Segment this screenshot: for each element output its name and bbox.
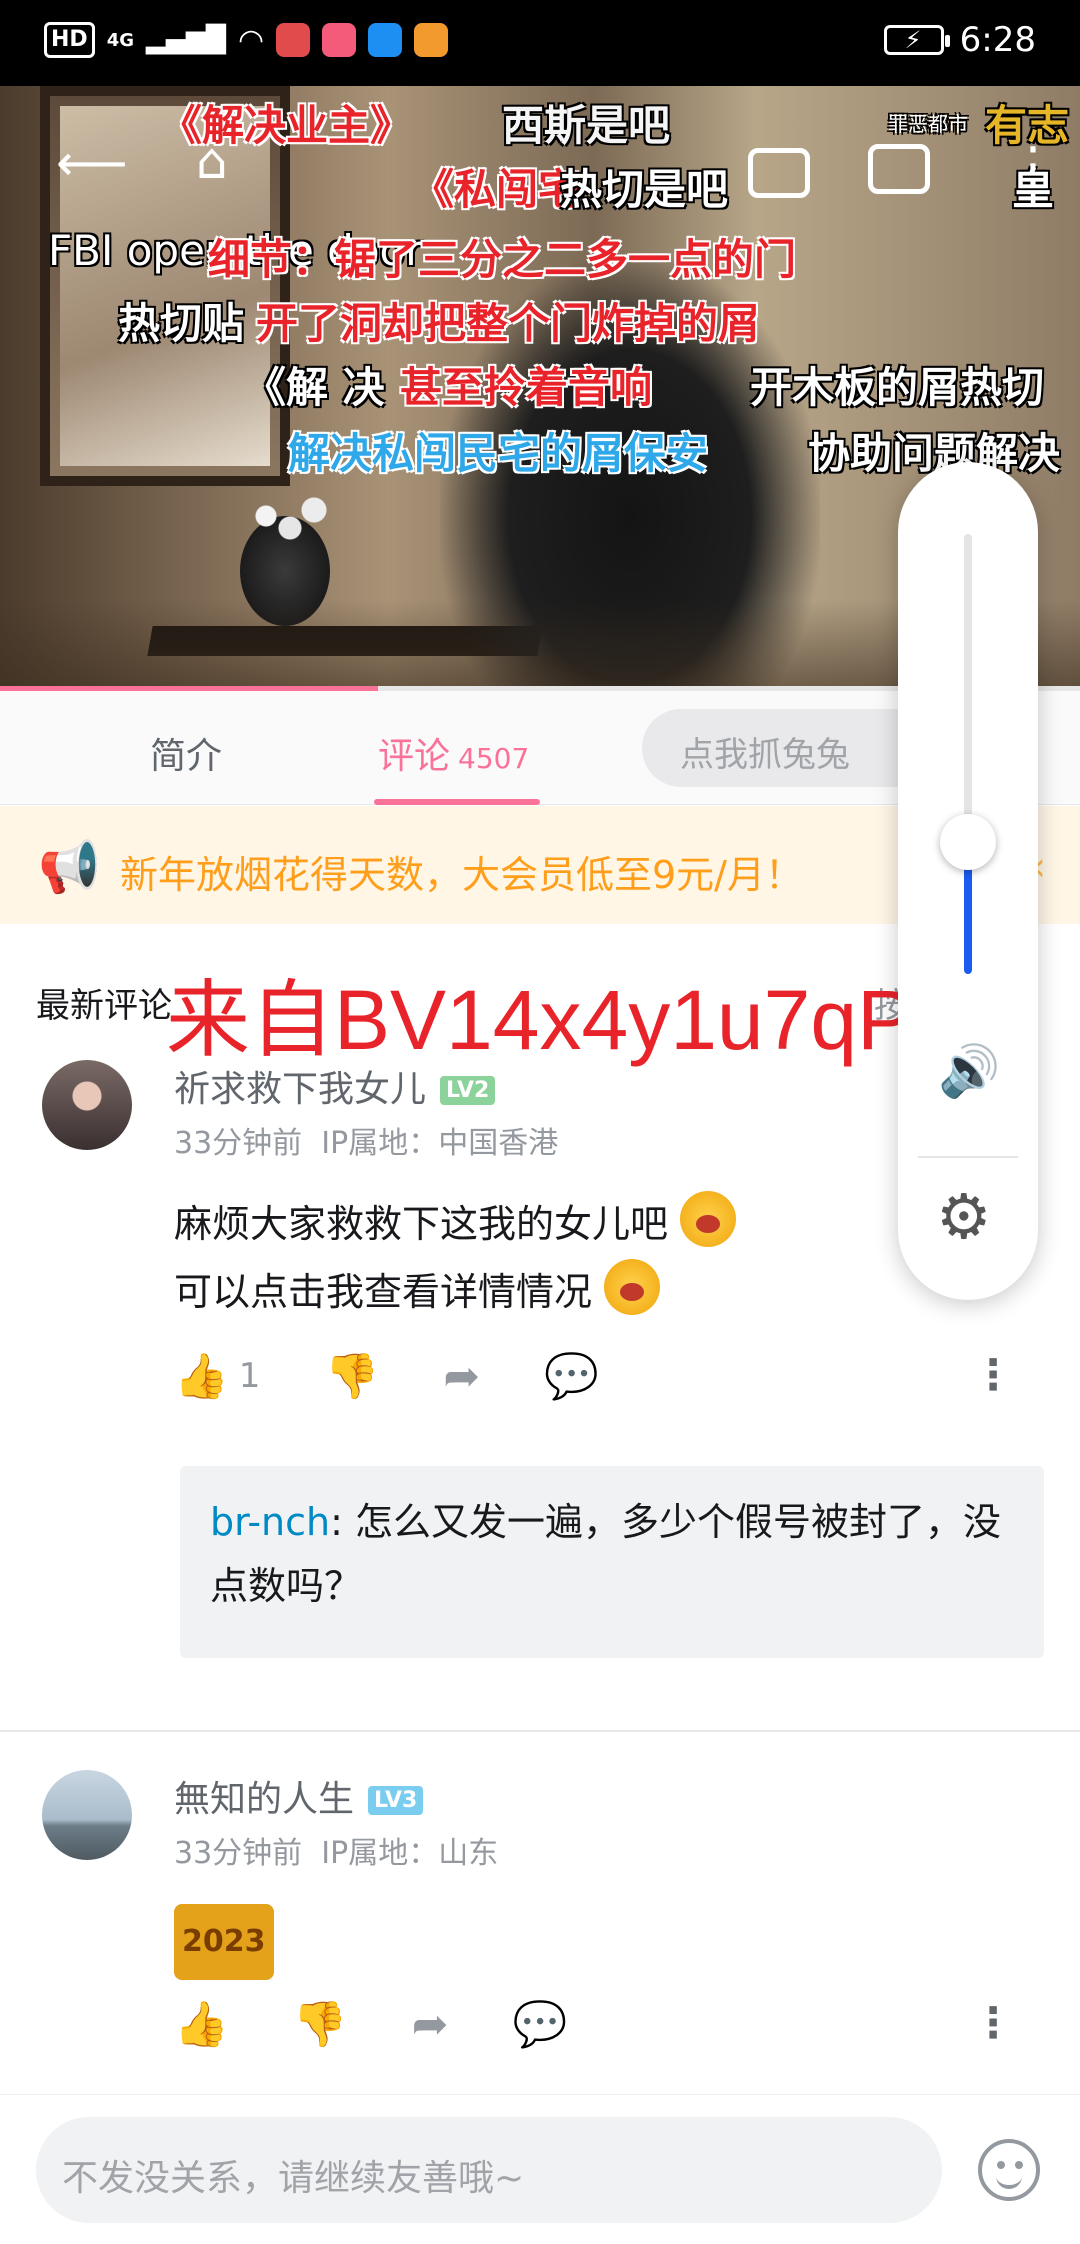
hd-indicator: HD xyxy=(44,22,95,58)
speaker-volume-icon[interactable]: 🔊 xyxy=(938,1042,1000,1101)
signal-icon: ▂▄▆█ xyxy=(146,25,226,55)
comment-input[interactable]: 不发没关系，请继续友善哦~ xyxy=(36,2117,942,2223)
comment-username[interactable]: 無知的人生 LV3 xyxy=(174,1770,424,1822)
dislike-button[interactable]: 👎 xyxy=(324,1350,379,1402)
avatar[interactable] xyxy=(42,1060,132,1150)
comment-line: 麻烦大家救救下这我的女儿吧 xyxy=(174,1202,669,1246)
comment-ip: IP属地：中国香港 xyxy=(321,1126,559,1161)
comment-username[interactable]: 祈求救下我女儿 LV2 xyxy=(174,1060,496,1112)
sticker-2023: 2023 xyxy=(174,1904,274,1980)
network-indicator: 4G xyxy=(106,29,134,51)
like-count: 1 xyxy=(238,1356,261,1396)
app-notification-icon xyxy=(368,23,403,57)
reply-button[interactable]: 💬 xyxy=(512,1998,567,2050)
pip-icon[interactable] xyxy=(748,148,810,198)
danmaku-comment: 《私闯宅 xyxy=(412,165,581,214)
reply-button[interactable]: 💬 xyxy=(544,1350,599,1402)
danmaku-comment: 甚至拎着音响 xyxy=(400,363,653,412)
tv-cast-icon[interactable] xyxy=(868,144,930,194)
gear-icon[interactable]: ⚙ xyxy=(936,1186,992,1248)
comment-line: 可以点击我查看详情情况 xyxy=(174,1270,593,1314)
comment-bubble-icon: 💬 xyxy=(512,1999,568,2050)
reply-preview[interactable]: br-nch: 怎么又发一遍，多少个假号被封了，没点数吗？ xyxy=(180,1466,1044,1658)
comment-meta: 33分钟前 IP属地：中国香港 xyxy=(174,1118,558,1162)
thumbs-down-icon: 👎 xyxy=(324,1351,380,1402)
app-notification-icon xyxy=(414,23,449,57)
level-badge: LV3 xyxy=(368,1786,424,1815)
tab-comments[interactable]: 评论 4507 xyxy=(378,727,529,779)
speaker-icon: 📢 xyxy=(38,838,101,896)
thumbs-down-icon: 👎 xyxy=(292,1999,348,2050)
danmaku-comment: 《解 决 xyxy=(244,363,385,412)
like-button[interactable]: 👍 1 xyxy=(174,1350,260,1402)
avatar[interactable] xyxy=(42,1770,132,1860)
thumbs-up-icon: 👍 xyxy=(174,1351,229,1402)
emoji-icon[interactable] xyxy=(978,2139,1040,2201)
level-badge: LV2 xyxy=(440,1076,496,1105)
like-button[interactable]: 👍 xyxy=(174,1998,229,2050)
reply-username[interactable]: br-nch xyxy=(210,1500,330,1544)
source-watermark: 来自BV14x4y1u7qP xyxy=(166,973,914,1067)
status-bar: HD 4G ▂▄▆█ ◠ ⚡ 6:28 xyxy=(0,0,1080,86)
danmaku-comment: 热切是吧 xyxy=(560,165,729,214)
comment-time: 33分钟前 xyxy=(174,1126,303,1161)
status-icons-left: HD 4G ▂▄▆█ ◠ xyxy=(44,22,449,58)
username-text: 無知的人生 xyxy=(174,1779,355,1820)
crying-emoji-icon xyxy=(604,1259,661,1315)
home-icon[interactable]: ⌂ xyxy=(196,136,228,186)
back-arrow-icon[interactable]: ⟵ xyxy=(56,138,128,188)
divider xyxy=(918,1156,1018,1158)
danmaku-comment: 细节：锯了三分之二多一点的门 xyxy=(208,235,797,284)
notice-text: 新年放烟花得天数，大会员低至9元/月！ xyxy=(120,853,803,897)
video-scene-flowers xyxy=(230,486,350,546)
comment-ip: IP属地：山东 xyxy=(321,1836,499,1871)
comment-content: 2023 xyxy=(174,1904,274,1980)
share-button[interactable]: ➦ xyxy=(412,1999,449,2050)
divider xyxy=(0,1730,1080,1732)
comment-meta: 33分钟前 IP属地：山东 xyxy=(174,1828,498,1872)
wifi-icon: ◠ xyxy=(237,22,265,58)
volume-panel: 🔊 ⚙ xyxy=(898,462,1038,1300)
tab-comments-label: 评论 xyxy=(378,736,451,777)
comment-actions: 👍 1 👎 ➦ 💬 xyxy=(174,1350,663,1403)
app-notification-icon xyxy=(322,23,357,57)
volume-slider-knob[interactable] xyxy=(940,814,996,870)
dislike-button[interactable]: 👎 xyxy=(293,1998,348,2050)
battery-icon: ⚡ xyxy=(883,25,950,55)
danmaku-comment: 罪恶都市 xyxy=(888,112,968,136)
comment-actions: 👍 👎 ➦ 💬 xyxy=(174,1998,631,2051)
danmaku-comment: 开了洞却把整个门炸掉的屑 xyxy=(256,299,761,348)
more-vertical-icon[interactable]: ⋮ xyxy=(972,1998,1014,2047)
share-icon: ➦ xyxy=(443,1350,481,1402)
clock: 6:28 xyxy=(959,20,1036,60)
comment-compose-bar: 不发没关系，请继续友善哦~ xyxy=(0,2094,1080,2244)
share-icon: ➦ xyxy=(411,1998,449,2050)
more-vertical-icon[interactable]: ⋮ xyxy=(972,1350,1014,1399)
danmaku-comment: 西斯是吧 xyxy=(502,101,671,150)
tab-comments-count: 4507 xyxy=(458,742,530,775)
danmaku-comment: 热切贴 xyxy=(118,299,245,348)
danmaku-comment: 开木板的屑热切 xyxy=(750,363,1045,412)
share-button[interactable]: ➦ xyxy=(443,1351,480,1402)
danmaku-comment: 解决私闯民宅的屑保安 xyxy=(288,429,709,478)
section-title: 最新评论 xyxy=(36,986,172,1026)
comment-time: 33分钟前 xyxy=(174,1836,303,1871)
status-icons-right: ⚡ 6:28 xyxy=(883,20,1036,60)
crying-emoji-icon xyxy=(680,1191,737,1247)
comment-content: 麻烦大家救救下这我的女儿吧 可以点击我查看详情情况 xyxy=(174,1190,737,1326)
app-notification-icon xyxy=(276,23,311,57)
comment-bubble-icon: 💬 xyxy=(544,1351,599,1402)
username-text: 祈求救下我女儿 xyxy=(174,1069,427,1110)
active-tab-indicator xyxy=(374,799,540,805)
more-vertical-icon[interactable]: ⋮ xyxy=(1008,140,1058,190)
thumbs-up-icon: 👍 xyxy=(174,1999,229,2050)
tab-intro[interactable]: 简介 xyxy=(150,727,222,779)
